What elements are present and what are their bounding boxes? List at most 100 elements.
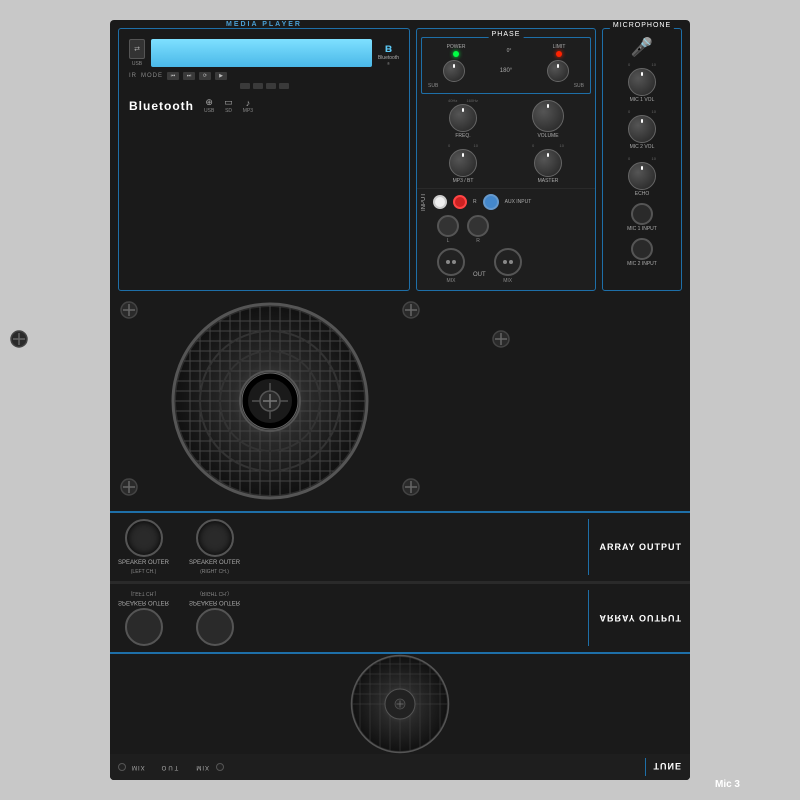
mp3bt-scale: 0 10 — [448, 143, 478, 148]
xlr-mix-right: MIX — [494, 248, 522, 284]
jack-r[interactable] — [467, 215, 489, 237]
mic2-scale: 0 10 — [628, 109, 656, 114]
speaker-outer-right-group: SPEAKER OUTER (RIGHT CH.) — [189, 519, 240, 575]
screw-tr — [402, 301, 420, 324]
small-btn-2[interactable] — [253, 83, 263, 89]
mic2-input-group: MIC 2 INPUT — [607, 238, 677, 267]
hz160-label: 160Hz — [466, 98, 478, 103]
bottom-mix-label: MIX — [132, 764, 146, 770]
freq-knob[interactable] — [449, 104, 477, 132]
right-filler — [430, 291, 690, 511]
usb-feature-icon: ⊕ USB — [204, 97, 214, 114]
array-output-label-group: ARRAY OUTPUT — [588, 519, 682, 575]
bottom-left-ch: (LEFT CH.) — [131, 590, 156, 596]
bottom-array-label-group: ARRAY OUTPUT — [588, 590, 682, 646]
rca-aux-row: INPUT R AUX INPUT — [421, 193, 591, 211]
volume-knob[interactable] — [532, 100, 564, 132]
usb-feature-text: USB — [204, 108, 214, 114]
mode-label: MODE — [141, 73, 163, 79]
bottom-array-jacks: SPEAKER OUTER (LEFT CH.) SPEAKER OUTER (… — [118, 590, 572, 646]
mic2-input-jack[interactable] — [631, 238, 653, 260]
play-button[interactable]: ▶ — [215, 72, 227, 80]
sub-label-right: SUB — [574, 83, 584, 89]
xlr-dots-right — [503, 260, 513, 264]
sd-feature-text: SD — [225, 108, 232, 114]
freq-volume-row: 40Hz 160Hz FREQ. VOLUME — [417, 96, 595, 141]
input-vert-label: INPUT — [421, 193, 427, 211]
mic1-input-group: MIC 1 INPUT — [607, 203, 677, 232]
bottom-tune-label-group: TUNE — [645, 758, 683, 776]
fan-area — [110, 291, 430, 511]
out-label-center: OUT — [473, 272, 486, 278]
limit-knob[interactable] — [547, 60, 569, 82]
mp3bt-label: MP3 / BT — [453, 178, 474, 184]
xlr-right-jack[interactable] — [494, 248, 522, 276]
bluetooth-feature-label: Bluetooth — [129, 99, 194, 113]
bottom-mix-row: MIX OUT MIX TUNE — [110, 754, 690, 780]
power-led — [453, 51, 459, 57]
xlr-left-jack[interactable] — [437, 248, 465, 276]
top-section: MEDIA PLAYER ⇄ USB ʙ Bluetooth ® — [110, 20, 690, 291]
limit-label: LIMIT — [553, 44, 566, 50]
echo-scale: 0 10 — [628, 156, 656, 161]
array-output-row: SPEAKER OUTER (LEFT CH.) SPEAKER OUTER (… — [110, 511, 690, 581]
mp3-master-row: 0 10 MP3 / BT 0 10 MASTER — [417, 141, 595, 186]
usb-port[interactable]: ⇄ — [129, 39, 145, 59]
zero-indicator: 0° — [507, 48, 512, 54]
aux-label: AUX INPUT — [505, 199, 532, 205]
echo-knob[interactable] — [628, 162, 656, 190]
bottom-tune-label: TUNE — [654, 761, 683, 771]
media-player-box: MEDIA PLAYER ⇄ USB ʙ Bluetooth ® — [118, 28, 410, 291]
volume-label: VOLUME — [537, 133, 558, 139]
xlr-dot-3 — [503, 260, 507, 264]
jack-l[interactable] — [437, 215, 459, 237]
small-btn-4[interactable] — [279, 83, 289, 89]
xlr-dot-4 — [509, 260, 513, 264]
sub-knob-left[interactable] — [443, 60, 465, 82]
rca-white-jack[interactable] — [433, 195, 447, 209]
xlr-mix-left: MIX — [437, 248, 465, 284]
speaker-outer-left-group: SPEAKER OUTER (LEFT CH.) — [118, 519, 169, 575]
aux-jack[interactable] — [483, 194, 499, 210]
repeat-button[interactable]: ⟳ — [199, 72, 211, 80]
rca-red-jack[interactable] — [453, 195, 467, 209]
usb-icon: ⇄ — [134, 45, 140, 53]
bottom-jack-left — [125, 608, 163, 646]
freq-label: FREQ. — [455, 133, 470, 139]
r-label: R — [473, 199, 477, 205]
mic1-input-label: MIC 1 INPUT — [627, 226, 657, 232]
mp3bt-knob[interactable] — [449, 149, 477, 177]
mp3-feature-text: MP3 — [243, 108, 253, 114]
media-player-title: MEDIA PLAYER — [221, 21, 307, 28]
jack-l-group: L — [437, 215, 459, 244]
phase-knobs-row: 180° — [426, 60, 586, 82]
volume-knob-group: VOLUME — [532, 100, 564, 139]
mic2-vol-group: 0 10 MIC 2 VOL — [607, 109, 677, 150]
phase-title: PHASE — [489, 31, 524, 38]
mic1-vol-knob[interactable] — [628, 68, 656, 96]
next-button[interactable]: ⏭ — [183, 72, 195, 80]
master-knob[interactable] — [534, 149, 562, 177]
bluetooth-symbol: ʙ — [385, 41, 392, 55]
bottom-duplicate: SPEAKER OUTER (LEFT CH.) SPEAKER OUTER (… — [110, 581, 690, 780]
speaker-outer-right-jack[interactable] — [196, 519, 234, 557]
power-label: POWER — [447, 44, 466, 50]
mix-left-label: MIX — [447, 278, 456, 284]
bottom-speaker-left: SPEAKER OUTER (LEFT CH.) — [118, 590, 169, 646]
echo-label: ECHO — [635, 191, 649, 197]
small-btn-1[interactable] — [240, 83, 250, 89]
xlr-dot-1 — [446, 260, 450, 264]
speaker-outer-left-jack[interactable] — [125, 519, 163, 557]
mic1-input-jack[interactable] — [631, 203, 653, 225]
sub-label-left: SUB — [428, 83, 438, 89]
bottom-screw-tr — [492, 330, 510, 353]
limit-led — [556, 51, 562, 57]
small-btn-3[interactable] — [266, 83, 276, 89]
master-label: MASTER — [538, 178, 559, 184]
prev-button[interactable]: ⏮ — [167, 72, 179, 80]
mic-box: MICROPHONE 🎤 0 10 MIC 1 VOL 0 10 MIC 2 — [602, 28, 682, 291]
phase-row: POWER 0° LIMIT — [426, 44, 586, 57]
mic2-vol-knob[interactable] — [628, 115, 656, 143]
l-label: L — [447, 238, 450, 244]
sd-feature-icon: ▭ SD — [224, 97, 233, 114]
